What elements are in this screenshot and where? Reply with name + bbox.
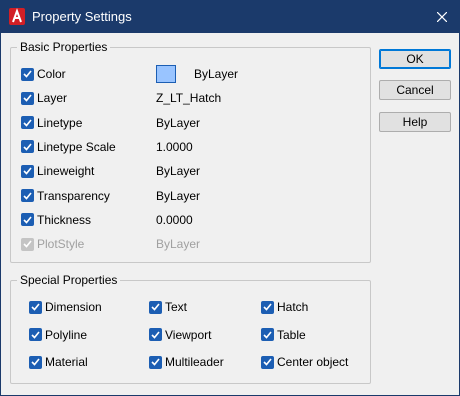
special-properties-label: Special Properties [17, 273, 121, 287]
layer-value: Z_LT_Hatch [156, 91, 222, 106]
text-option: Text [149, 298, 187, 316]
dimension-label: Dimension [45, 300, 102, 314]
viewport-option: Viewport [149, 326, 211, 344]
center-object-option: Center object [261, 353, 348, 371]
center-object-checkbox[interactable] [261, 355, 274, 369]
polyline-checkbox[interactable] [29, 328, 42, 341]
special-properties-group: Special Properties Dimension Text Hatch Pol… [10, 273, 371, 384]
color-label: Color [37, 67, 66, 81]
table-label: Table [277, 327, 306, 342]
plotstyle-value: ByLayer [156, 237, 201, 252]
linetype-scale-label: Linetype Scale [37, 139, 116, 154]
thickness-value: 0.0000 [156, 212, 193, 227]
transparency-label: Transparency [37, 188, 110, 203]
layer-checkbox[interactable] [21, 91, 34, 105]
color-checkbox[interactable] [21, 67, 34, 81]
dimension-checkbox[interactable] [29, 300, 42, 314]
lineweight-label: Lineweight [37, 164, 95, 179]
lineweight-row: Lineweight ByLayer [21, 162, 361, 180]
color-row: Color ByLayer [21, 65, 361, 83]
linetype-checkbox[interactable] [21, 116, 34, 130]
cancel-button-label: Cancel [396, 83, 434, 97]
text-label: Text [165, 300, 188, 314]
linetype-scale-checkbox[interactable] [21, 140, 34, 154]
property-settings-dialog: Property Settings Basic Properties Color… [0, 0, 460, 396]
hatch-checkbox[interactable] [261, 300, 274, 314]
transparency-checkbox[interactable] [21, 189, 34, 202]
viewport-label: Viewport [165, 327, 212, 342]
layer-row: Layer Z_LT_Hatch [21, 89, 361, 107]
title-bar[interactable]: Property Settings [1, 1, 459, 33]
plotstyle-checkbox [21, 237, 34, 251]
dimension-option: Dimension [29, 298, 102, 316]
hatch-label: Hatch [277, 300, 309, 314]
window-title: Property Settings [32, 9, 132, 24]
hatch-option: Hatch [261, 298, 308, 316]
basic-properties-label: Basic Properties [17, 40, 111, 54]
polyline-option: Polyline [29, 326, 87, 344]
multileader-label: Multileader [165, 355, 224, 369]
lineweight-checkbox[interactable] [21, 164, 34, 178]
lineweight-value: ByLayer [156, 164, 201, 179]
multileader-checkbox[interactable] [149, 355, 162, 369]
thickness-row: Thickness 0.0000 [21, 211, 361, 229]
transparency-row: Transparency ByLayer [21, 187, 361, 205]
help-button-label: Help [402, 115, 428, 129]
help-button[interactable]: Help [379, 112, 451, 132]
close-icon [437, 12, 447, 22]
linetype-label: Linetype [37, 115, 83, 130]
table-checkbox[interactable] [261, 328, 274, 341]
cancel-button[interactable]: Cancel [379, 80, 451, 100]
text-checkbox[interactable] [149, 300, 162, 314]
close-button[interactable] [425, 1, 459, 33]
thickness-label: Thickness [37, 212, 92, 227]
material-label: Material [45, 355, 88, 369]
transparency-value: ByLayer [156, 188, 201, 203]
basic-properties-group: Basic Properties Color ByLayer Layer Z_LT_H… [10, 40, 371, 263]
plotstyle-label: PlotStyle [37, 237, 85, 252]
linetype-value: ByLayer [156, 115, 201, 130]
color-value: ByLayer [194, 67, 239, 81]
linetype-row: Linetype ByLayer [21, 114, 361, 132]
table-option: Table [261, 326, 306, 344]
material-checkbox[interactable] [29, 355, 42, 369]
layer-label: Layer [37, 91, 68, 106]
linetype-scale-row: Linetype Scale 1.0000 [21, 138, 361, 156]
plotstyle-row: PlotStyle ByLayer [21, 235, 361, 253]
ok-button[interactable]: OK [379, 49, 451, 69]
linetype-scale-value: 1.0000 [156, 139, 193, 154]
viewport-checkbox[interactable] [149, 328, 162, 341]
autocad-logo-icon [9, 8, 25, 25]
ok-button-label: OK [406, 52, 424, 66]
color-swatch [156, 65, 176, 83]
center-object-label: Center object [277, 355, 349, 369]
material-option: Material [29, 353, 88, 371]
multileader-option: Multileader [149, 353, 224, 371]
thickness-checkbox[interactable] [21, 213, 34, 227]
polyline-label: Polyline [45, 327, 88, 342]
